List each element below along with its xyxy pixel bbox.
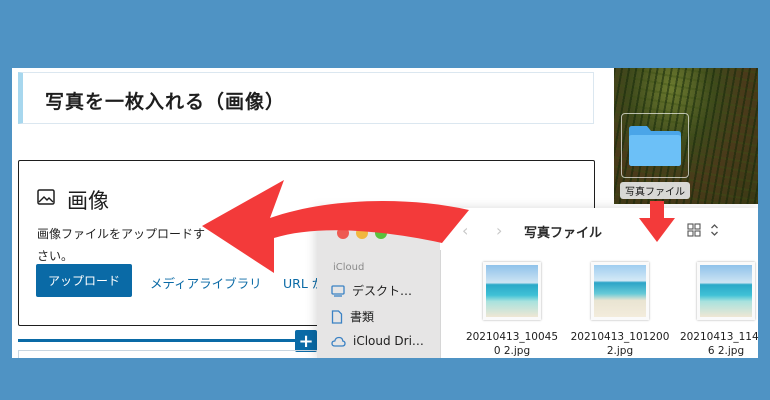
minimize-window-button[interactable] <box>356 227 368 239</box>
file-item[interactable]: 20210413_10045 0 2.jpg <box>457 262 567 358</box>
sidebar-section-icloud: iCloud <box>333 262 365 273</box>
instructions-line1: 画像ファイルをアップロードす <box>37 227 206 241</box>
document-icon <box>331 309 343 324</box>
desktop-icon <box>331 284 345 297</box>
file-item[interactable]: 20210413_101200 2.jpg <box>565 262 675 358</box>
upload-button[interactable]: アップロード <box>36 264 132 297</box>
sidebar-item-desktop[interactable]: デスクト… <box>331 282 412 299</box>
file-name: 20210413_101200 2.jpg <box>565 330 675 358</box>
finder-sidebar: iCloud デスクト… 書類 iCloud Dri… <box>317 208 441 358</box>
file-name-line2: 0 2.jpg <box>493 345 531 357</box>
image-block-title: 画像 <box>67 189 109 213</box>
folder-icon <box>629 126 681 166</box>
file-name-line1: 20210413_101200 <box>570 331 670 343</box>
cloud-icon <box>331 336 346 347</box>
close-window-button[interactable] <box>337 227 349 239</box>
sidebar-item-label: 書類 <box>350 310 375 324</box>
image-block-instructions: 画像ファイルをアップロードす さい。 <box>37 223 227 267</box>
image-icon <box>37 189 55 205</box>
finder-window: iCloud デスクト… 書類 iCloud Dri… ‹ › 写真ファイル 2… <box>317 208 758 358</box>
desktop-folder-label[interactable]: 写真ファイル <box>620 182 690 199</box>
finder-toolbar: ‹ › 写真ファイル <box>440 208 758 250</box>
file-name-line1: 20210413_11434 <box>679 331 758 343</box>
instructions-line2: さい。 <box>37 249 74 263</box>
sidebar-item-label: デスクト… <box>352 284 413 298</box>
sidebar-item-label: iCloud Dri… <box>353 334 424 348</box>
chevron-updown-icon[interactable] <box>710 223 719 237</box>
file-item[interactable]: 20210413_11434 6 2.jpg <box>671 262 758 358</box>
zoom-window-button[interactable] <box>375 227 387 239</box>
desktop-folder-selection[interactable] <box>621 113 689 178</box>
media-library-button[interactable]: メディアライブラリ <box>150 273 262 292</box>
file-thumbnail <box>697 262 755 320</box>
heading-text[interactable]: 写真を一枚入れる（画像） <box>45 87 285 114</box>
screenshot-canvas: 写真を一枚入れる（画像） 画像 画像ファイルをアップロードす さい。 アップロー… <box>12 68 758 358</box>
sidebar-item-icloud-drive[interactable]: iCloud Dri… <box>331 334 424 348</box>
sidebar-item-documents[interactable]: 書類 <box>331 308 374 325</box>
file-thumbnail <box>483 262 541 320</box>
next-block-edge <box>18 350 318 358</box>
file-name: 20210413_10045 0 2.jpg <box>457 330 567 358</box>
file-thumbnail <box>591 262 649 320</box>
finder-window-title: 写真ファイル <box>524 226 603 241</box>
forward-button[interactable]: › <box>496 221 502 240</box>
desktop-background: 写真ファイル <box>614 68 758 204</box>
back-button[interactable]: ‹ <box>462 221 468 240</box>
block-inserter-button[interactable]: + <box>295 330 317 352</box>
file-name-line1: 20210413_10045 <box>465 331 559 343</box>
file-name-line2: 6 2.jpg <box>707 345 745 357</box>
block-inserter-line <box>18 339 318 342</box>
icon-view-icon[interactable] <box>687 223 701 237</box>
heading-block[interactable]: 写真を一枚入れる（画像） <box>18 72 594 124</box>
file-name-line2: 2.jpg <box>606 345 634 357</box>
file-name: 20210413_11434 6 2.jpg <box>671 330 758 358</box>
